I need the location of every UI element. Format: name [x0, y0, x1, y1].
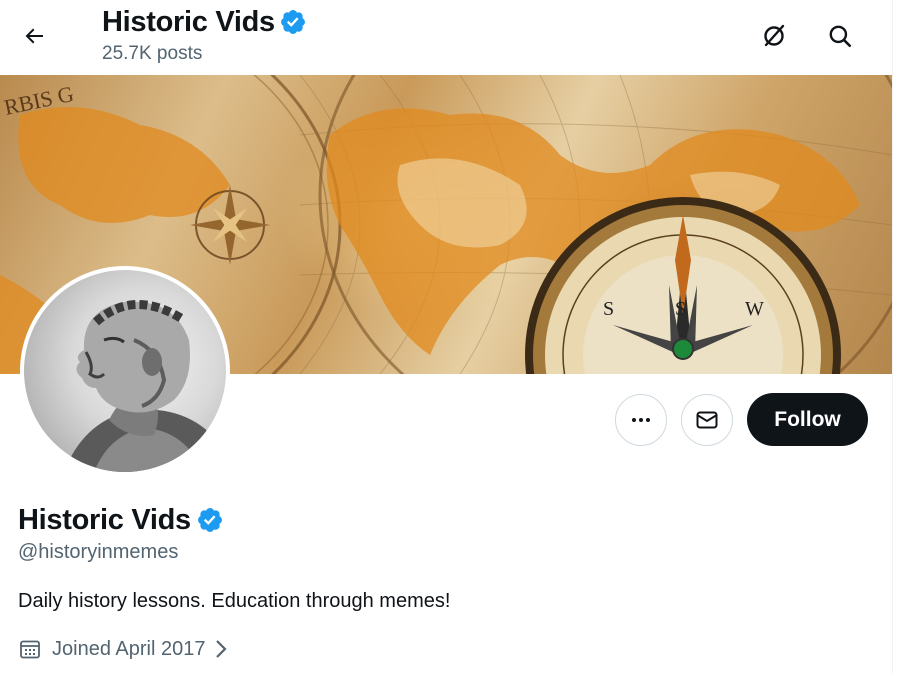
search-button[interactable]: [820, 16, 860, 56]
avatar-image: [24, 270, 226, 472]
message-button[interactable]: [681, 394, 733, 446]
joined-date[interactable]: Joined April 2017: [18, 637, 229, 661]
chevron-right-icon: [213, 638, 229, 660]
posts-count: 25.7K posts: [102, 43, 203, 64]
search-icon: [829, 25, 852, 48]
svg-text:S: S: [603, 298, 614, 320]
profile-name-row: Historic Vids: [18, 502, 224, 538]
grok-icon: [764, 24, 785, 47]
profile-page: Historic Vids 25.7K posts RBIS G S W S F…: [0, 0, 892, 674]
column-divider: [892, 0, 893, 674]
header-title: Historic Vids: [102, 5, 275, 38]
follow-button[interactable]: Follow: [747, 393, 868, 446]
svg-text:W: W: [745, 298, 764, 320]
profile-bio: Daily history lessons. Education through…: [18, 590, 451, 612]
verified-badge-icon[interactable]: [279, 8, 307, 36]
profile-avatar[interactable]: [20, 266, 230, 476]
grok-button[interactable]: [754, 16, 794, 56]
profile-display-name: Historic Vids: [18, 503, 191, 536]
calendar-icon: [18, 637, 42, 661]
profile-header: Historic Vids 25.7K posts: [0, 0, 892, 75]
svg-text:S: S: [675, 298, 686, 320]
envelope-icon: [696, 411, 718, 429]
back-button[interactable]: [14, 16, 54, 56]
more-dots-icon: [632, 418, 650, 422]
joined-text: Joined April 2017: [52, 637, 206, 660]
arrow-left-icon: [25, 28, 43, 44]
verified-badge-icon[interactable]: [196, 506, 224, 534]
more-options-button[interactable]: [615, 394, 667, 446]
profile-handle: @historyinmemes: [18, 541, 179, 563]
header-title-block: Historic Vids 25.7K posts: [102, 4, 307, 65]
